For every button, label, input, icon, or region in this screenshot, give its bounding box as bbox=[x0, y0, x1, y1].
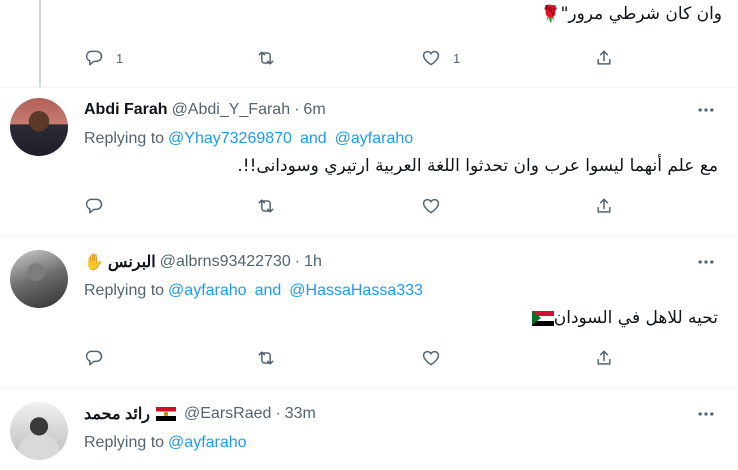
reply-count: 1 bbox=[116, 50, 124, 66]
divider bbox=[0, 235, 738, 236]
reply-icon bbox=[85, 50, 103, 66]
replying-to: Replying to @Yhay73269870 and @ayfaraho bbox=[84, 128, 417, 150]
timestamp[interactable]: 6m bbox=[303, 101, 325, 119]
reply-icon bbox=[85, 198, 103, 214]
egypt-flag-icon bbox=[156, 407, 177, 421]
more-icon bbox=[698, 260, 714, 264]
avatar[interactable] bbox=[10, 402, 68, 460]
separator-dot: · bbox=[294, 253, 301, 270]
replying-to: Replying to @ayfaraho bbox=[84, 432, 251, 454]
mention-link[interactable]: @HassaHassa333 bbox=[289, 282, 423, 300]
share-icon bbox=[597, 50, 611, 65]
more-icon bbox=[698, 412, 714, 416]
sudan-flag-icon bbox=[531, 310, 554, 326]
more-icon bbox=[698, 108, 714, 112]
reply-button[interactable] bbox=[84, 195, 104, 217]
and-connector: and bbox=[299, 130, 327, 147]
divider bbox=[0, 387, 738, 388]
retweet-button[interactable] bbox=[256, 195, 276, 217]
avatar[interactable] bbox=[10, 250, 68, 308]
reply-icon bbox=[85, 350, 103, 366]
more-button[interactable] bbox=[694, 99, 718, 121]
share-button[interactable] bbox=[594, 47, 614, 69]
heart-icon bbox=[422, 350, 440, 366]
like-button[interactable] bbox=[421, 347, 441, 369]
mention-link[interactable]: @ayfaraho bbox=[335, 130, 414, 148]
thread-line bbox=[39, 0, 41, 88]
user-handle[interactable]: @albrns93422730 bbox=[160, 253, 291, 271]
heart-icon bbox=[422, 50, 440, 66]
timestamp[interactable]: 33m bbox=[285, 405, 316, 423]
separator-dot: · bbox=[294, 101, 300, 118]
tweet-text-content: مع علم أنهما ليسوا عرب وان تحدثوا اللغة … bbox=[237, 156, 718, 176]
share-button[interactable] bbox=[594, 347, 614, 369]
tweet-actions bbox=[84, 347, 624, 369]
like-button[interactable] bbox=[421, 195, 441, 217]
tweet-text: مع علم أنهما ليسوا عرب وان تحدثوا اللغة … bbox=[237, 156, 718, 176]
replying-label: Replying to bbox=[84, 282, 165, 299]
tweet-header: ✋ البرنس @albrns93422730 · 1h bbox=[84, 251, 322, 273]
retweet-icon bbox=[258, 199, 274, 213]
display-name[interactable]: رائد محمد bbox=[84, 404, 150, 424]
mention-link[interactable]: @ayfaraho bbox=[168, 282, 247, 300]
reply-button[interactable]: 1 bbox=[84, 47, 123, 69]
retweet-button[interactable] bbox=[256, 47, 276, 69]
tweet-actions: 1 1 bbox=[84, 47, 624, 69]
heart-icon bbox=[422, 198, 440, 214]
raised-hand-icon: ✋ bbox=[84, 254, 104, 271]
tweet-text: وان كان شرطي مرور"🌹 bbox=[537, 4, 722, 24]
replying-label: Replying to bbox=[84, 130, 165, 147]
retweet-icon bbox=[258, 51, 274, 65]
mention-link[interactable]: @ayfaraho bbox=[168, 434, 247, 452]
retweet-button[interactable] bbox=[256, 347, 276, 369]
rose-icon: 🌹 bbox=[540, 4, 561, 23]
separator-dot: · bbox=[275, 405, 281, 422]
tweet-header: رائد محمد @EarsRaed · 33m bbox=[84, 403, 316, 425]
tweet-actions bbox=[84, 195, 624, 217]
timestamp[interactable]: 1h bbox=[304, 253, 322, 271]
tweet-text-content: تحيه للاهل في السودان bbox=[553, 308, 718, 328]
replying-label: Replying to bbox=[84, 434, 165, 451]
mention-link[interactable]: @Yhay73269870 bbox=[168, 130, 292, 148]
share-icon bbox=[597, 198, 611, 213]
more-button[interactable] bbox=[694, 403, 718, 425]
display-name[interactable]: البرنس bbox=[108, 252, 156, 272]
divider bbox=[0, 87, 738, 88]
and-connector: and bbox=[254, 282, 282, 299]
more-button[interactable] bbox=[694, 251, 718, 273]
user-handle[interactable]: @EarsRaed bbox=[184, 405, 271, 423]
user-handle[interactable]: @Abdi_Y_Farah bbox=[172, 101, 291, 119]
avatar[interactable] bbox=[10, 98, 68, 156]
reply-button[interactable] bbox=[84, 347, 104, 369]
share-button[interactable] bbox=[594, 195, 614, 217]
tweet-text: تحيه للاهل في السودان bbox=[526, 308, 718, 328]
share-icon bbox=[597, 350, 611, 365]
replying-to: Replying to @ayfaraho and @HassaHassa333 bbox=[84, 280, 427, 302]
display-name[interactable]: Abdi Farah bbox=[84, 101, 168, 119]
retweet-icon bbox=[258, 351, 274, 365]
like-count: 1 bbox=[453, 50, 461, 66]
tweet-text-content: وان كان شرطي مرور" bbox=[560, 4, 722, 24]
like-button[interactable]: 1 bbox=[421, 47, 460, 69]
tweet-header: Abdi Farah @Abdi_Y_Farah · 6m bbox=[84, 99, 326, 121]
